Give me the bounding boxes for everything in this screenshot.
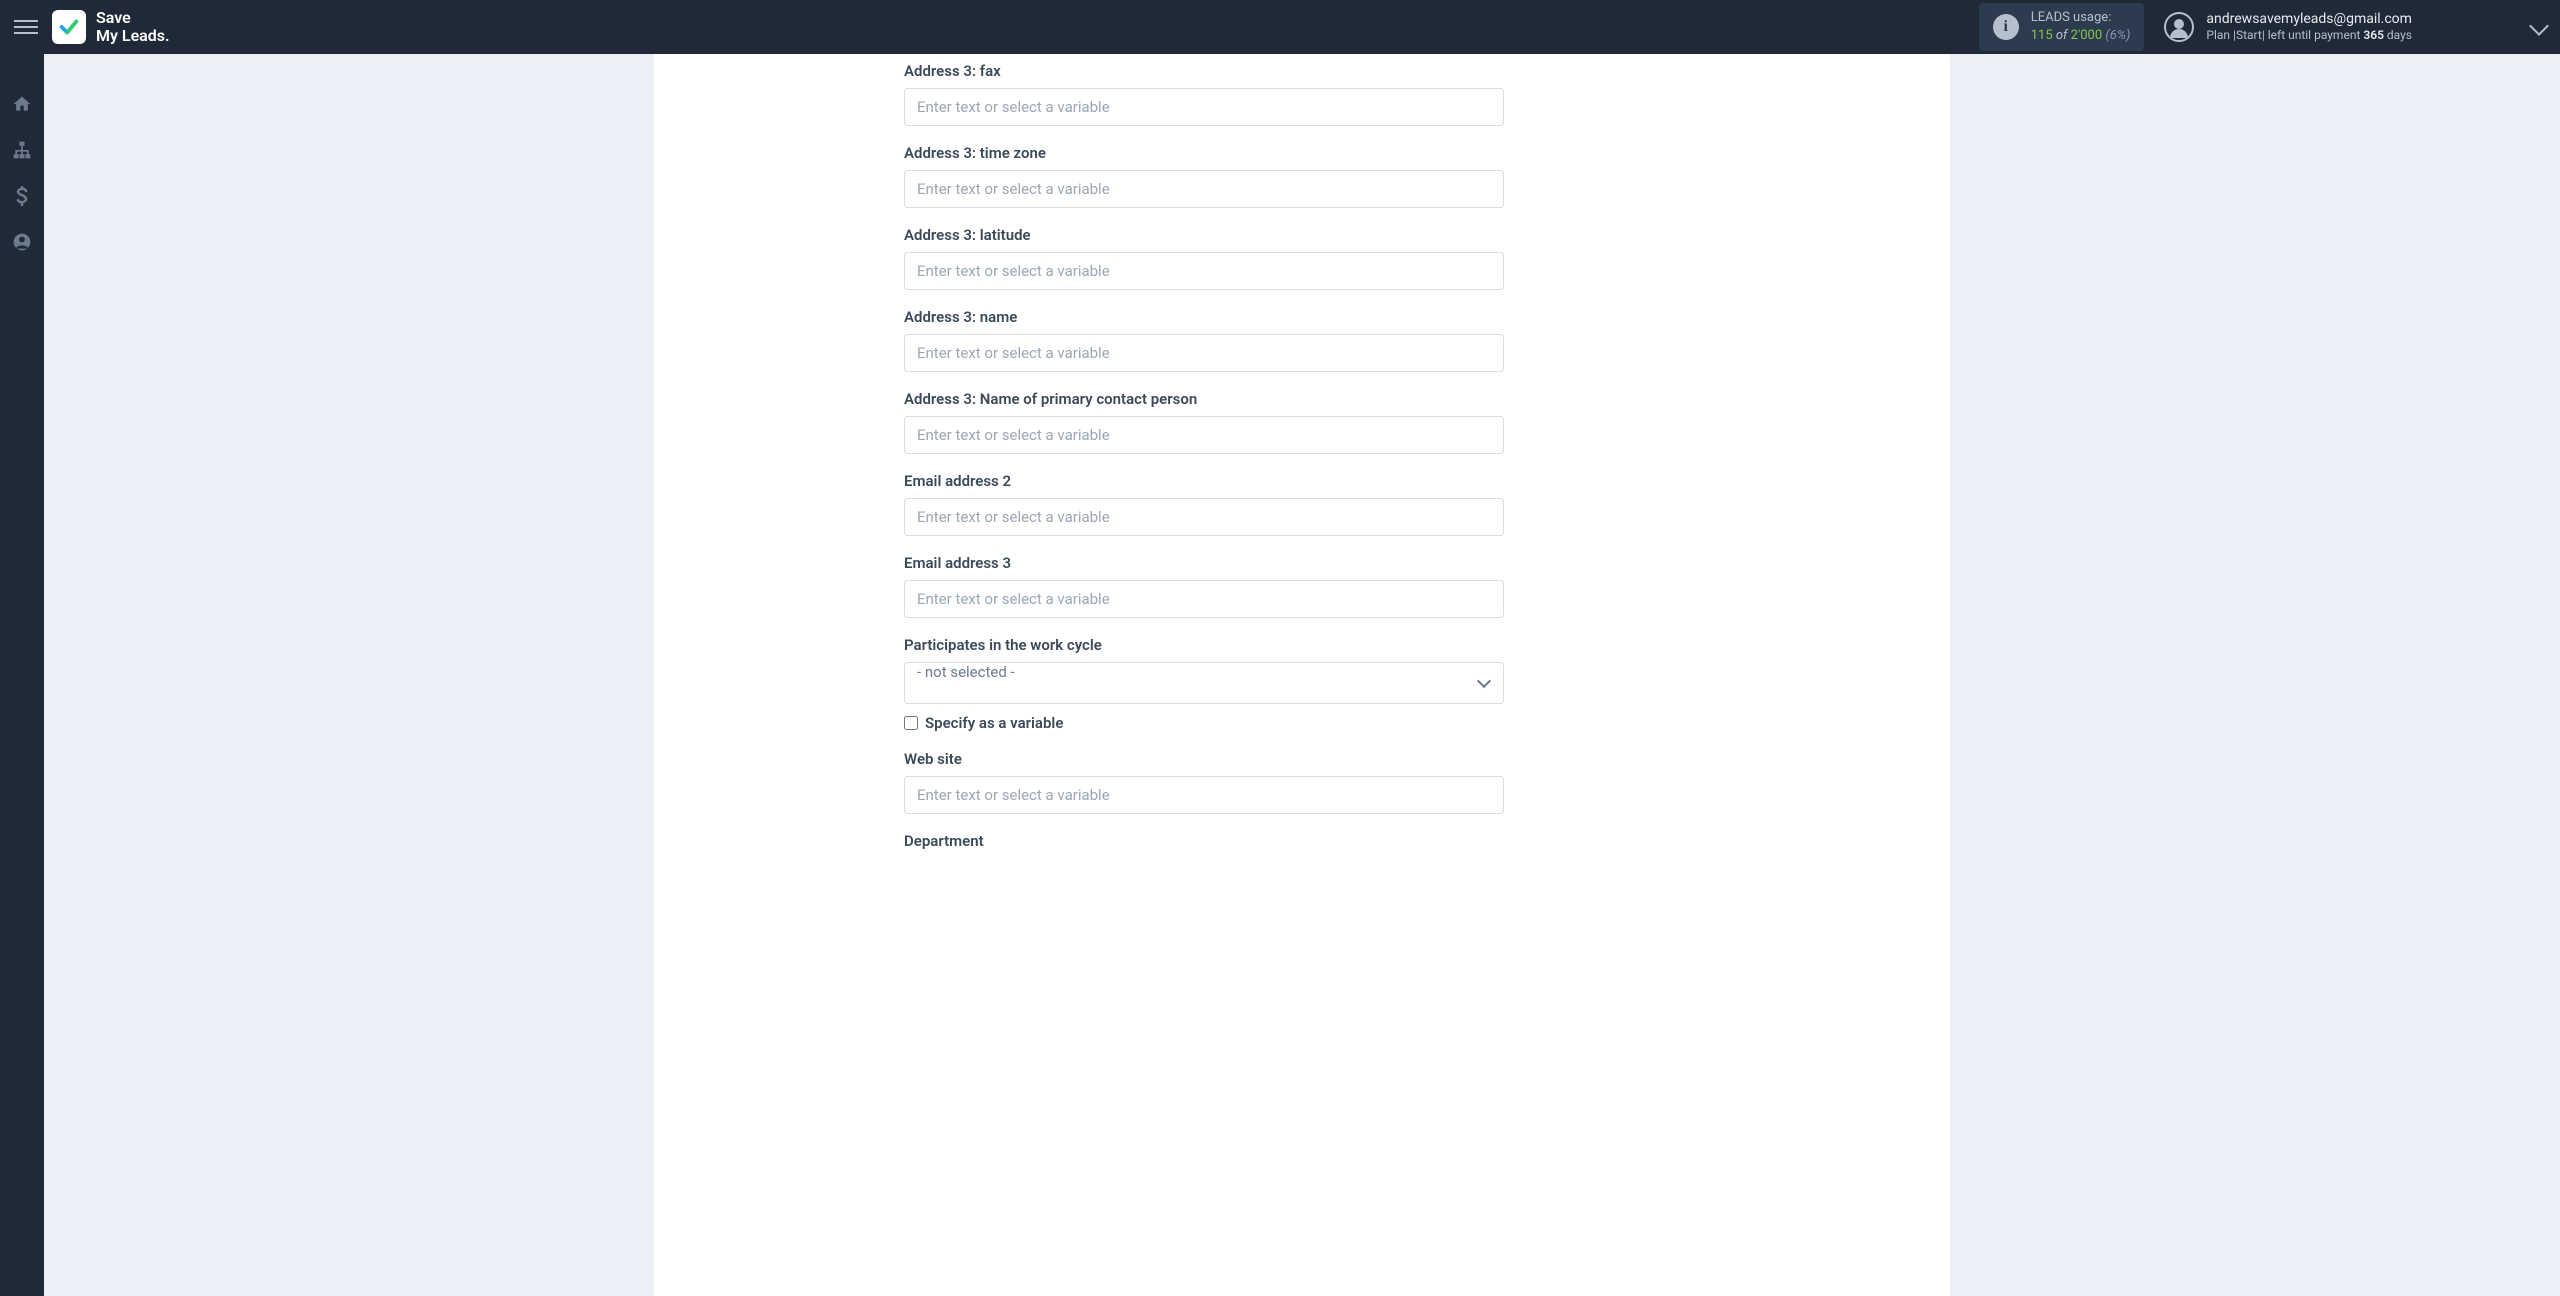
field-input-addr3-fax[interactable]: [904, 88, 1504, 126]
app-header: Save My Leads. i LEADS usage: 115 of 2'0…: [0, 0, 2560, 54]
form-panel: Address 3: fax Address 3: time zone Addr…: [654, 54, 1950, 1296]
content-scroll-area[interactable]: Address 3: fax Address 3: time zone Addr…: [44, 54, 2560, 1296]
field-label-email3: Email address 3: [904, 554, 1700, 572]
menu-toggle-icon[interactable]: [14, 15, 38, 39]
user-info: andrewsavemyleads@gmail.com Plan |Start|…: [2206, 10, 2412, 44]
field-label-department-partial: Department: [904, 832, 1700, 850]
sidebar-item-connections[interactable]: [12, 140, 32, 160]
field-input-website[interactable]: [904, 776, 1504, 814]
sidebar-item-billing[interactable]: [12, 186, 32, 206]
app-logo[interactable]: Save My Leads.: [52, 9, 170, 44]
field-label-addr3-tz: Address 3: time zone: [904, 144, 1700, 162]
info-icon: i: [1993, 14, 2019, 40]
field-input-email3[interactable]: [904, 580, 1504, 618]
leads-usage-badge[interactable]: i LEADS usage: 115 of 2'000 (6%): [1979, 3, 2145, 50]
field-input-addr3-tz[interactable]: [904, 170, 1504, 208]
checkbox-label-specify-variable[interactable]: Specify as a variable: [925, 714, 1063, 732]
avatar-icon: [2164, 12, 2194, 42]
logo-text: Save My Leads.: [96, 9, 170, 44]
field-label-email2: Email address 2: [904, 472, 1700, 490]
field-label-addr3-fax: Address 3: fax: [904, 62, 1700, 80]
checkbox-specify-variable[interactable]: [904, 716, 918, 730]
sidebar-item-home[interactable]: [12, 94, 32, 114]
sidebar-item-account[interactable]: [12, 232, 32, 252]
user-menu-chevron-icon[interactable]: [2532, 18, 2546, 37]
sidebar: [0, 54, 44, 1296]
user-menu[interactable]: andrewsavemyleads@gmail.com Plan |Start|…: [2164, 10, 2412, 44]
field-label-work-cycle: Participates in the work cycle: [904, 636, 1700, 654]
field-label-addr3-primary-contact: Address 3: Name of primary contact perso…: [904, 390, 1700, 408]
field-select-work-cycle[interactable]: - not selected -: [904, 662, 1504, 704]
field-label-addr3-lat: Address 3: latitude: [904, 226, 1700, 244]
field-input-email2[interactable]: [904, 498, 1504, 536]
field-label-addr3-name: Address 3: name: [904, 308, 1700, 326]
field-label-website: Web site: [904, 750, 1700, 768]
leads-usage-text: LEADS usage: 115 of 2'000 (6%): [2031, 9, 2131, 44]
logo-icon: [52, 10, 86, 44]
field-input-addr3-name[interactable]: [904, 334, 1504, 372]
field-input-addr3-primary-contact[interactable]: [904, 416, 1504, 454]
field-input-addr3-lat[interactable]: [904, 252, 1504, 290]
